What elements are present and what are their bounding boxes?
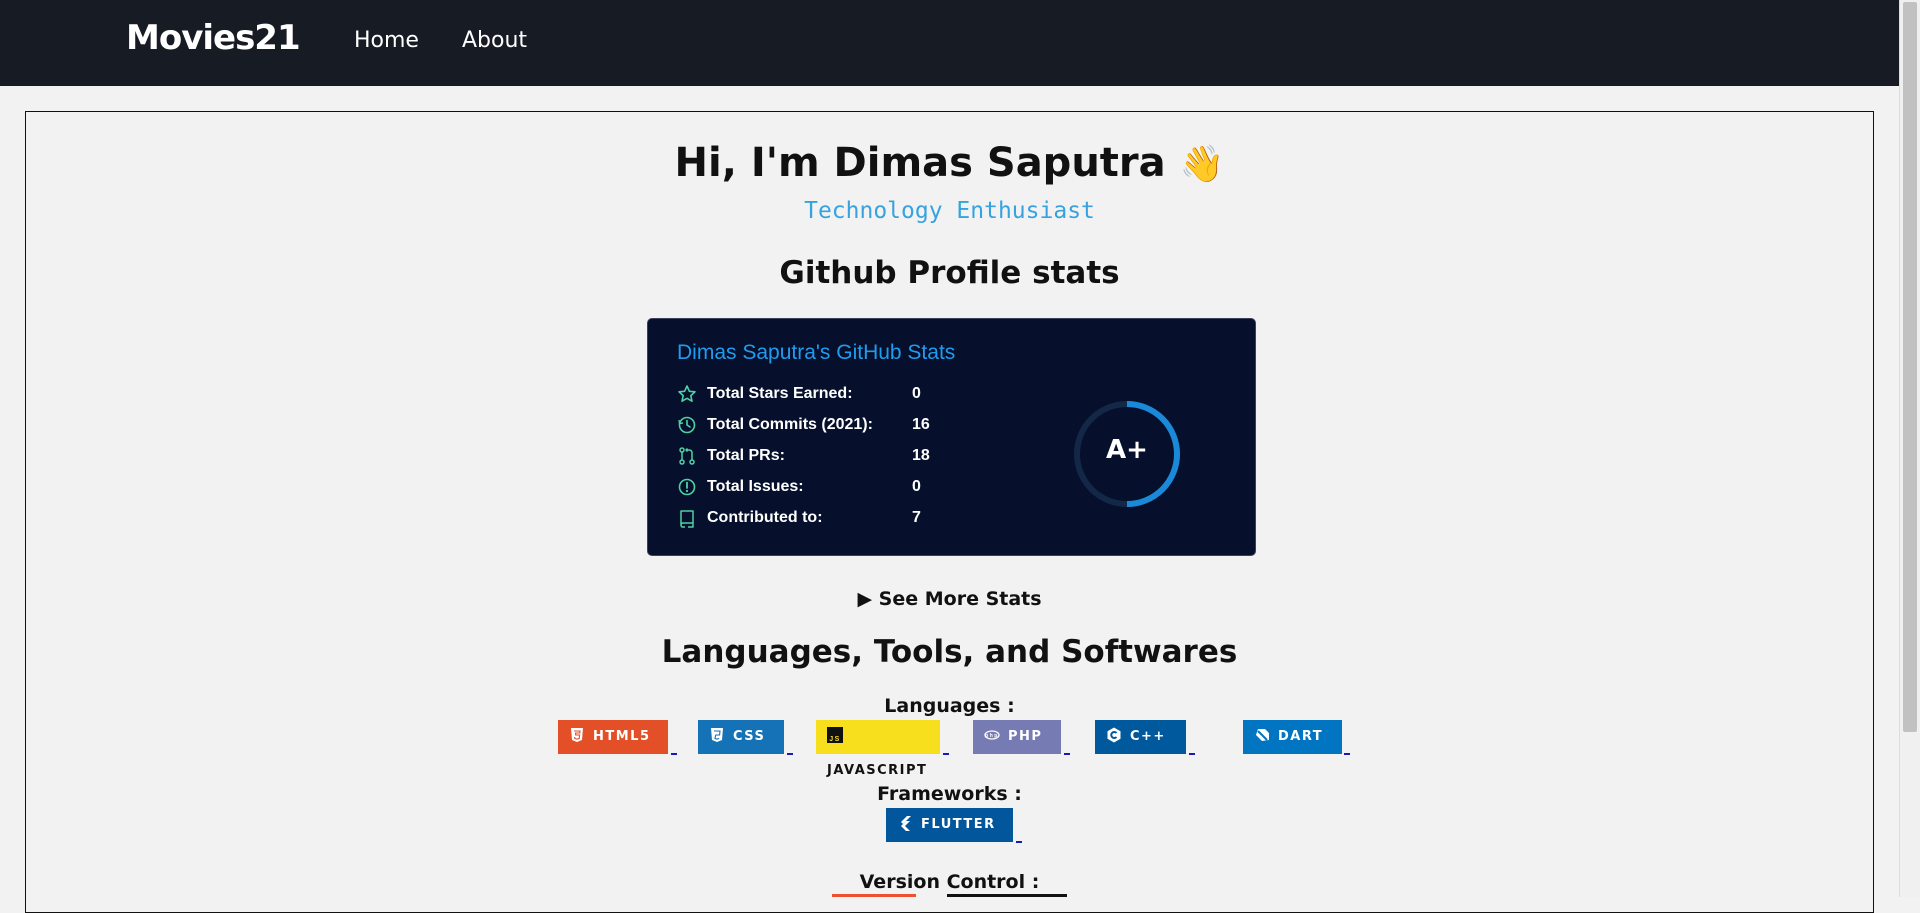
stat-label: Total PRs: (707, 447, 785, 464)
version-control-label: Version Control : (859, 871, 1040, 893)
badge-cplusplus[interactable]: C++ (1095, 720, 1186, 754)
svg-text:JS: JS (829, 736, 841, 743)
tagline: Technology Enthusiast (804, 198, 1095, 224)
star-icon (678, 385, 696, 402)
grade-label: A+ (1106, 435, 1148, 465)
brand-logo[interactable]: Movies21 (126, 18, 301, 58)
badge-label: PHP (1008, 729, 1043, 744)
stat-label: Total Commits (2021): (707, 416, 873, 433)
page-scrollbar[interactable] (1899, 0, 1920, 897)
badge-link-underline (943, 753, 949, 755)
badge-label: DART (1278, 729, 1324, 744)
repo-icon (680, 510, 694, 528)
stat-value: 16 (912, 416, 930, 433)
cplusplus-icon (1107, 727, 1121, 743)
badge-javascript[interactable]: JS JAVASCRIPT (816, 720, 940, 778)
flutter-icon (901, 816, 911, 831)
greeting-heading: Hi, I'm Dimas Saputra 👋 (26, 140, 1873, 186)
pull-request-icon (679, 447, 695, 465)
badge-css[interactable]: CSS (698, 720, 784, 754)
badge-label: C++ (1130, 729, 1166, 744)
badge-link-underline (1016, 841, 1022, 843)
stat-value: 7 (912, 509, 921, 526)
see-more-stats-toggle[interactable]: ▶ See More Stats (26, 588, 1873, 610)
svg-text:php: php (985, 733, 999, 739)
javascript-icon: JS (827, 727, 843, 743)
dart-icon (1256, 729, 1269, 741)
stat-label: Total Issues: (707, 478, 804, 495)
clock-icon (678, 416, 696, 434)
php-icon: php (984, 730, 1000, 740)
stats-card-title: Dimas Saputra's GitHub Stats (677, 341, 956, 364)
top-navbar: Movies21 Home About (0, 0, 1900, 86)
badge-link-underline (787, 753, 793, 755)
badge-label: HTML5 (593, 729, 651, 744)
badge-link-underline (671, 753, 677, 755)
badge-flutter[interactable]: FLUTTER (886, 808, 1013, 842)
badge-link-underline (1344, 753, 1350, 755)
stat-value: 0 (912, 478, 921, 495)
stat-value: 0 (912, 385, 921, 402)
issue-icon (678, 478, 696, 496)
badge-link-underline (1189, 753, 1195, 755)
badge-dart[interactable]: DART (1243, 720, 1342, 754)
badge-html5[interactable]: HTML5 (558, 720, 668, 754)
github-stats-heading: Github Profile stats (779, 255, 1120, 291)
stat-value: 18 (912, 447, 930, 464)
languages-label: Languages : (884, 695, 1015, 717)
badge-label: FLUTTER (921, 817, 996, 832)
nav-link-home[interactable]: Home (354, 28, 419, 53)
html5-icon (571, 728, 583, 742)
badge-link-underline (1064, 753, 1070, 755)
css3-icon (711, 728, 723, 742)
scrollbar-thumb[interactable] (1903, 2, 1917, 732)
badge-php[interactable]: php PHP (973, 720, 1061, 754)
badge-label: JAVASCRIPT (827, 763, 928, 778)
badge-label: CSS (733, 729, 766, 744)
stat-label: Total Stars Earned: (707, 385, 853, 402)
stat-label: Contributed to: (707, 509, 823, 526)
skills-heading: Languages, Tools, and Softwares (661, 634, 1238, 670)
frameworks-label: Frameworks : (877, 783, 1022, 805)
github-stats-card[interactable]: Dimas Saputra's GitHub Stats Total Stars… (647, 318, 1256, 556)
about-content: Hi, I'm Dimas Saputra 👋 Technology Enthus… (25, 111, 1874, 913)
waving-hand-icon: 👋 (1179, 144, 1225, 185)
nav-link-about[interactable]: About (462, 28, 527, 53)
greeting-text: Hi, I'm Dimas Saputra (674, 140, 1166, 186)
